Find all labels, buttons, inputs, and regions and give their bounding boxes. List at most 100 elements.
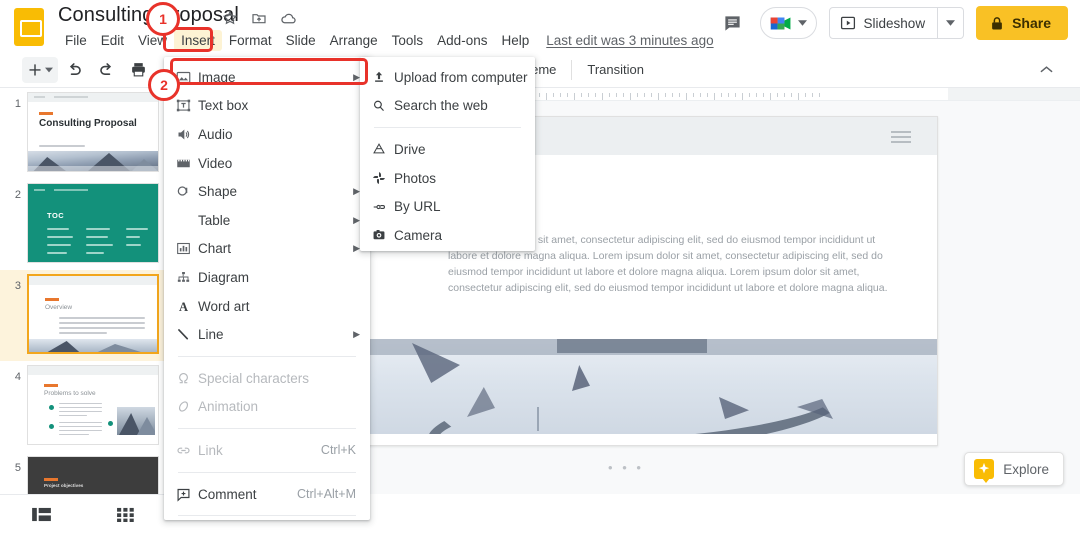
submenu-item-by-url[interactable]: By URL [360,192,535,221]
bullet-dot [49,424,54,429]
thumb-header-left-mark [34,189,45,191]
menu-help[interactable]: Help [494,30,536,51]
slide-filmstrip[interactable]: 1 Consulting Proposal 2 TOC 3 Overview 4… [0,88,172,494]
menu-item-label: Video [198,155,233,171]
submenu-item-label: Drive [394,141,426,157]
slide-number: 2 [14,189,21,201]
menu-item-label: Line [198,327,224,343]
star-icon[interactable] [222,10,238,26]
upload-icon [372,70,394,84]
shape-icon [176,184,198,199]
menu-item-shape[interactable]: Shape ▶ [164,177,370,206]
present-icon [840,15,856,31]
menu-item-video[interactable]: Video [164,149,370,178]
menu-item-comment[interactable]: Comment Ctrl+Alt+M [164,480,370,509]
transition-button[interactable]: Transition [578,58,653,81]
slide-menu-icon [891,131,911,146]
menu-edit[interactable]: Edit [94,30,131,51]
collapse-toolbar-button[interactable] [1033,57,1059,83]
filmstrip-view-icon[interactable] [26,499,56,529]
menu-item-text-box[interactable]: Text box [164,92,370,121]
insert-dropdown-menu[interactable]: Image ▶ Text box Audio Video Shape ▶ Tab… [164,57,370,520]
redo-button[interactable] [93,57,119,83]
video-icon [176,156,198,171]
move-to-folder-icon[interactable] [251,10,267,26]
image-submenu[interactable]: Upload from computer Search the web Driv… [360,57,535,251]
submenu-item-upload-from-computer[interactable]: Upload from computer [360,63,535,92]
submenu-item-photos[interactable]: Photos [360,164,535,193]
submenu-arrow-icon: ▶ [353,186,360,197]
thumb-eyebrow: Project objectives [44,483,84,488]
ruler-end-region [948,88,1080,100]
google-meet-button[interactable] [759,7,817,39]
slides-logo-icon[interactable] [14,8,44,46]
submenu-item-camera[interactable]: Camera [360,221,535,250]
menu-addons[interactable]: Add-ons [430,30,494,51]
print-button[interactable] [125,57,151,83]
bullet-dot [49,405,54,410]
slide-thumbnail[interactable]: Project objectives Lorem ipsum dolor sit… [27,456,159,494]
submenu-item-drive[interactable]: Drive [360,135,535,164]
menu-item-label: Word art [198,298,250,314]
undo-button[interactable] [61,57,87,83]
animation-icon [176,399,198,414]
menu-tools[interactable]: Tools [385,30,431,51]
bullet-dot [108,421,113,426]
menu-insert[interactable]: Insert [174,30,222,51]
plus-icon [29,63,41,75]
filmstrip-slide-2[interactable]: 2 TOC [0,179,171,270]
slideshow-caret-button[interactable] [938,7,965,39]
photos-icon [372,171,394,185]
slide-thumbnail[interactable]: Problems to solve [27,365,159,445]
menu-item-diagram[interactable]: Diagram [164,263,370,292]
menu-item-link[interactable]: Link Ctrl+K [164,436,370,465]
chevron-down-icon [45,67,53,72]
menu-item-image[interactable]: Image ▶ [164,63,370,92]
search-icon [372,99,394,113]
chart-icon [176,241,198,256]
menu-item-chart[interactable]: Chart ▶ [164,235,370,264]
share-button[interactable]: Share [976,6,1068,40]
undo-icon [69,63,81,75]
submenu-arrow-icon: ▶ [353,71,360,82]
filmstrip-slide-3[interactable]: 3 Overview [0,270,171,361]
last-edit-status[interactable]: Last edit was 3 minutes ago [546,33,713,48]
menu-item-line[interactable]: Line ▶ [164,320,370,349]
grid-view-icon[interactable] [110,499,140,529]
menu-item-word-art[interactable]: A Word art [164,292,370,321]
menu-item-audio[interactable]: Audio [164,120,370,149]
submenu-arrow-icon: ▶ [353,329,360,340]
menu-slide[interactable]: Slide [279,30,323,51]
slide-thumbnail[interactable]: TOC [27,183,159,263]
menu-arrange[interactable]: Arrange [323,30,385,51]
toolbar-divider [571,59,573,80]
filmstrip-slide-1[interactable]: 1 Consulting Proposal [0,88,171,179]
menu-item-table[interactable]: Table ▶ [164,206,370,235]
thumb-photo [29,339,157,352]
print-icon [131,63,145,77]
slideshow-button[interactable]: Slideshow [828,7,939,39]
slide-thumbnail[interactable]: Overview [27,274,159,354]
top-right-actions: Slideshow Share [718,6,1068,40]
new-slide-button[interactable] [22,56,58,83]
drive-icon [372,142,394,156]
chevron-down-icon [797,20,807,26]
filmstrip-slide-4[interactable]: 4 Problems to solve [0,361,171,452]
slide-number: 3 [14,280,21,292]
thumb-photo [28,151,158,171]
submenu-item-search-the-web[interactable]: Search the web [360,92,535,121]
menu-file[interactable]: File [58,30,94,51]
share-label: Share [1012,15,1051,31]
thumb-subline [39,145,85,147]
thumb-title: TOC [47,211,65,220]
menu-item-special-characters[interactable]: Special characters [164,364,370,393]
explore-button[interactable]: Explore [964,452,1064,486]
slide-thumbnail[interactable]: Consulting Proposal [27,92,159,172]
menu-format[interactable]: Format [222,30,279,51]
slide-photo[interactable] [367,339,937,434]
link-icon [176,443,198,458]
cloud-saved-icon[interactable] [280,10,296,26]
menu-item-animation[interactable]: Animation [164,393,370,422]
comment-icon[interactable] [718,8,748,38]
filmstrip-slide-5[interactable]: 5 Project objectives Lorem ipsum dolor s… [0,452,171,494]
